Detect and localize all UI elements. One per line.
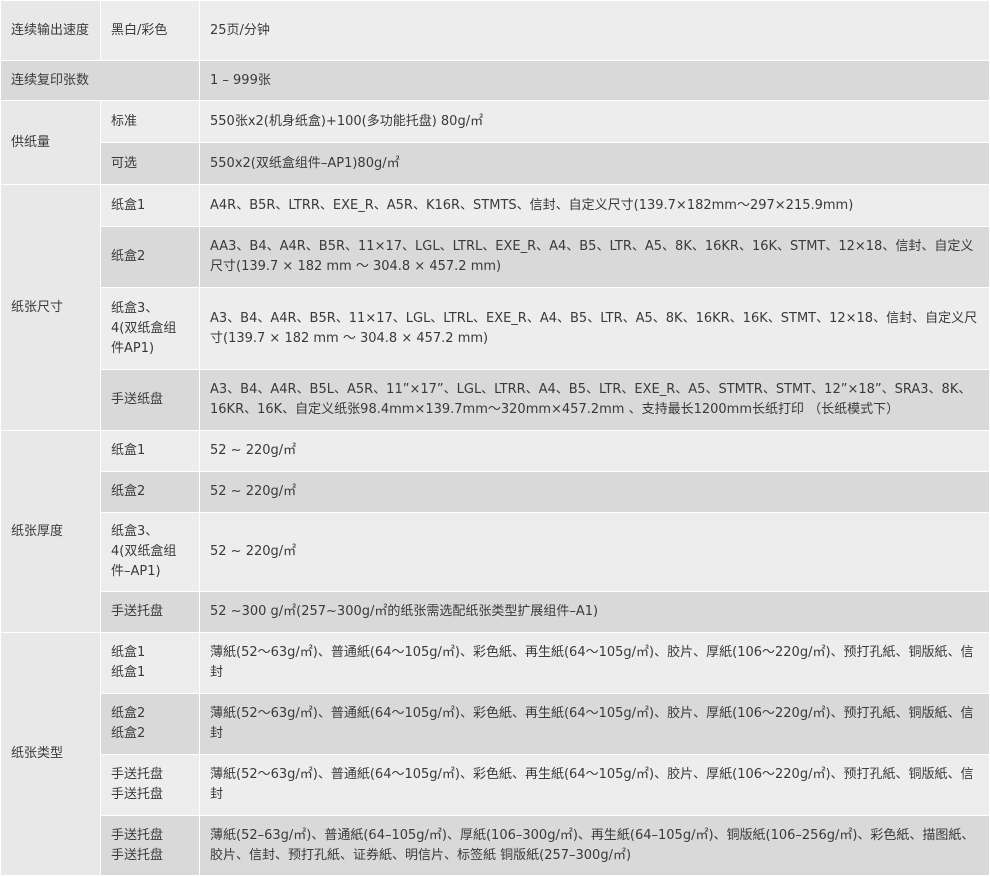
row-size-tray2: 纸盒2 AA3、B4、A4R、B5R、11×17、LGL、LTRL、EXE_R、… <box>1 226 990 288</box>
row-type-bypass-a: 手送托盘 手送托盘 薄紙(52〜63g/㎡)、普通紙(64〜105g/㎡)、彩色… <box>1 754 990 816</box>
sub-label-optional: 可选 <box>100 142 200 185</box>
sub-label-tray2: 纸盒2 <box>100 226 200 288</box>
spec-table: 连续输出速度 黑白/彩色 25页/分钟 连续复印张数 1 – 999张 供纸量 … <box>0 0 990 876</box>
value-supply-standard: 550张x2(机身纸盒)+100(多功能托盘) 80g/㎡ <box>199 100 990 143</box>
category-paper-size: 纸张尺寸 <box>0 184 101 431</box>
value-continuous-copies: 1 – 999张 <box>199 60 990 101</box>
value-type-bypass-b: 薄紙(52–63g/㎡)、普通紙(64–105g/㎡)、厚紙(106–300g/… <box>199 815 990 876</box>
category-continuous-copies: 连续复印张数 <box>0 60 200 101</box>
sub-label-bypass: 手送纸盘 <box>100 369 200 431</box>
row-type-tray1: 纸张类型 纸盒1 纸盒1 薄紙(52〜63g/㎡)、普通紙(64〜105g/㎡)… <box>0 632 990 876</box>
value-size-bypass: A3、B4、A4R、B5L、A5R、11”×17”、LGL、LTRR、A4、B5… <box>199 369 990 431</box>
category-output-speed: 连续输出速度 <box>0 0 101 61</box>
value-size-tray1: A4R、B5R、LTRR、EXE_R、A5R、K16R、STMTS、信封、自定义… <box>199 184 990 227</box>
category-paper-type: 纸张类型 <box>0 632 101 876</box>
value-weight-tray1: 52 ~ 220g/㎡ <box>199 430 990 472</box>
value-size-tray2: AA3、B4、A4R、B5R、11×17、LGL、LTRL、EXE_R、A4、B… <box>199 226 990 288</box>
value-weight-tray2: 52 ~ 220g/㎡ <box>199 471 990 513</box>
sub-label-weight-bypass: 手送托盘 <box>100 591 200 633</box>
row-supply-standard: 供纸量 标准 550张x2(机身纸盒)+100(多功能托盘) 80g/㎡ <box>0 100 990 185</box>
row-weight-tray1: 纸张厚度 纸盒1 52 ~ 220g/㎡ <box>0 430 990 633</box>
sub-label-weight-tray2: 纸盒2 <box>100 471 200 513</box>
sub-label-tray34: 纸盒3、 4(双纸盒组件AP1) <box>100 287 200 370</box>
value-type-tray2: 薄紙(52〜63g/㎡)、普通紙(64〜105g/㎡)、彩色紙、再生紙(64〜1… <box>199 693 990 755</box>
value-type-bypass-a: 薄紙(52〜63g/㎡)、普通紙(64〜105g/㎡)、彩色紙、再生紙(64〜1… <box>199 754 990 816</box>
row-type-tray2: 纸盒2 纸盒2 薄紙(52〜63g/㎡)、普通紙(64〜105g/㎡)、彩色紙、… <box>1 693 990 755</box>
row-continuous-copies: 连续复印张数 1 – 999张 <box>0 60 990 101</box>
row-weight-tray34: 纸盒3、 4(双纸盒组件–AP1) 52 ~ 220g/㎡ <box>1 512 990 592</box>
row-type-bypass-b: 手送托盘 手送托盘 薄紙(52–63g/㎡)、普通紙(64–105g/㎡)、厚紙… <box>1 815 990 876</box>
value-size-tray34: A3、B4、A4R、B5R、11×17、LGL、LTRL、EXE_R、A4、B5… <box>199 287 990 370</box>
sub-label-mono-color: 黑白/彩色 <box>100 0 200 61</box>
sub-label-weight-tray1: 纸盒1 <box>100 430 200 472</box>
row-size-tray1: 纸张尺寸 纸盒1 A4R、B5R、LTRR、EXE_R、A5R、K16R、STM… <box>0 184 990 431</box>
sub-label-type-tray1: 纸盒1 纸盒1 <box>100 632 200 694</box>
category-paper-weight: 纸张厚度 <box>0 430 101 633</box>
sub-label-type-bypass-a: 手送托盘 手送托盘 <box>100 754 200 816</box>
value-weight-bypass: 52 ~300 g/㎡(257~300g/㎡的纸张需选配纸张类型扩展组件–A1) <box>199 591 990 633</box>
sub-label-type-tray2: 纸盒2 纸盒2 <box>100 693 200 755</box>
row-weight-tray2: 纸盒2 52 ~ 220g/㎡ <box>1 471 990 513</box>
sub-label-type-bypass-b: 手送托盘 手送托盘 <box>100 815 200 876</box>
value-supply-optional: 550x2(双纸盒组件–AP1)80g/㎡ <box>199 142 990 185</box>
sub-label-standard: 标准 <box>100 100 200 143</box>
row-supply-optional: 可选 550x2(双纸盒组件–AP1)80g/㎡ <box>1 142 990 185</box>
category-paper-supply: 供纸量 <box>0 100 101 185</box>
row-size-tray34: 纸盒3、 4(双纸盒组件AP1) A3、B4、A4R、B5R、11×17、LGL… <box>1 287 990 370</box>
value-type-tray1: 薄紙(52〜63g/㎡)、普通紙(64〜105g/㎡)、彩色紙、再生紙(64〜1… <box>199 632 990 694</box>
row-weight-bypass: 手送托盘 52 ~300 g/㎡(257~300g/㎡的纸张需选配纸张类型扩展组… <box>1 591 990 633</box>
value-weight-tray34: 52 ~ 220g/㎡ <box>199 512 990 592</box>
row-size-bypass: 手送纸盘 A3、B4、A4R、B5L、A5R、11”×17”、LGL、LTRR、… <box>1 369 990 431</box>
sub-label-weight-tray34: 纸盒3、 4(双纸盒组件–AP1) <box>100 512 200 592</box>
value-output-speed: 25页/分钟 <box>199 0 990 61</box>
sub-label-tray1: 纸盒1 <box>100 184 200 227</box>
row-output-speed: 连续输出速度 黑白/彩色 25页/分钟 <box>0 0 990 61</box>
